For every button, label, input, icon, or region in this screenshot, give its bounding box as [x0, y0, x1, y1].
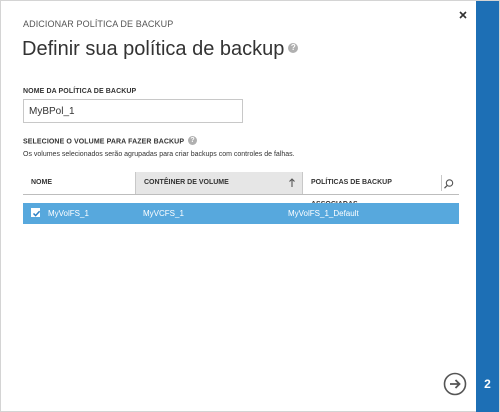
column-header-policies[interactable]: POLÍTICAS DE BACKUP ASSOCIADAS — [303, 172, 439, 208]
page-title-text: Definir sua política de backup — [22, 38, 285, 60]
row-associated-policy: MyVolFS_1_Default — [288, 209, 359, 218]
step-number: 2 — [484, 377, 491, 391]
next-button[interactable] — [443, 372, 467, 396]
search-icon-glyph — [444, 179, 454, 189]
arrow-up-icon — [288, 172, 296, 202]
volume-description: Os volumes selecionados serão agrupadas … — [23, 151, 295, 158]
close-icon-glyph — [459, 11, 467, 19]
page-title: Definir sua política de backup? — [22, 38, 299, 61]
dialog-caption: ADICIONAR POLÍTICA DE BACKUP — [23, 19, 174, 29]
row-volume-container: MyVCFS_1 — [143, 209, 184, 218]
arrow-up-icon-glyph — [289, 178, 295, 187]
check-icon — [32, 210, 41, 217]
row-volume-name: MyVolFS_1 — [48, 209, 89, 218]
column-divider — [441, 175, 442, 191]
policy-name-input[interactable] — [23, 99, 243, 123]
volume-select-label-text: SELECIONE O VOLUME PARA FAZER BACKUP — [23, 138, 185, 146]
close-icon[interactable] — [457, 9, 469, 21]
policy-name-label: NOME DA POLÍTICA DE BACKUP — [23, 88, 137, 95]
step-rail: 2 — [476, 1, 499, 412]
question-circle-icon[interactable]: ? — [188, 136, 198, 145]
question-circle-icon[interactable]: ? — [288, 42, 299, 53]
row-checkbox[interactable] — [31, 208, 41, 217]
arrow-right-circle-icon — [443, 372, 467, 396]
volume-grid-header: NOME CONTÊINER DE VOLUME POLÍTICAS DE BA… — [23, 172, 459, 208]
column-header-container-label: CONTÊINER DE VOLUME — [144, 179, 229, 186]
column-header-container[interactable]: CONTÊINER DE VOLUME — [135, 172, 303, 194]
volume-select-label: SELECIONE O VOLUME PARA FAZER BACKUP? — [23, 136, 198, 146]
search-icon[interactable] — [443, 177, 455, 189]
column-header-name[interactable]: NOME — [23, 172, 135, 194]
backup-policy-dialog: 2 ADICIONAR POLÍTICA DE BACKUP Definir s… — [0, 0, 500, 412]
table-row[interactable]: MyVolFS_1 MyVCFS_1 MyVolFS_1_Default — [23, 203, 459, 224]
